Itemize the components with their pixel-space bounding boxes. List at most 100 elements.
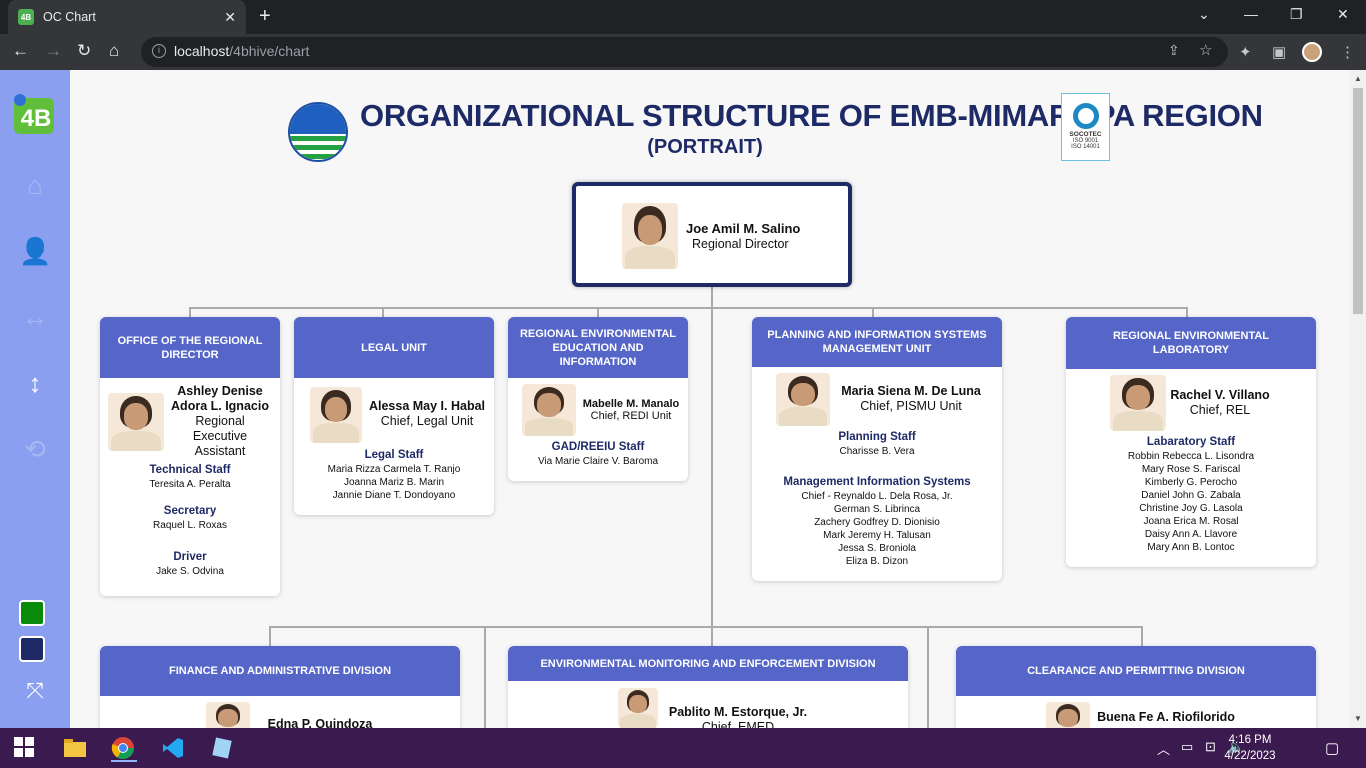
minimize-icon[interactable]: — bbox=[1244, 6, 1258, 22]
connector-line bbox=[1186, 307, 1188, 317]
redi-staff-1: Via Marie Claire V. Baroma bbox=[537, 456, 659, 467]
ord-driver-name: Jake S. Odvina bbox=[156, 566, 224, 577]
ord-driver-label: Driver bbox=[173, 551, 207, 563]
emed-head-name: Pablito M. Estorque, Jr. bbox=[668, 705, 808, 719]
app-logo[interactable]: 4B bbox=[12, 92, 58, 138]
scrollbar-thumb[interactable] bbox=[1353, 88, 1363, 314]
ord-card[interactable]: OFFICE OF THE REGIONAL DIRECTOR Ashley D… bbox=[100, 317, 280, 596]
scroll-down-arrow-icon[interactable]: ▼ bbox=[1354, 714, 1362, 723]
profile-avatar[interactable] bbox=[1302, 42, 1322, 62]
pismu-planning-label: Planning Staff bbox=[838, 431, 916, 443]
fad-card[interactable]: FINANCE AND ADMINISTRATIVE DIVISION Edna… bbox=[100, 646, 460, 728]
url-path: /4bhive/chart bbox=[229, 43, 310, 59]
pismu-mis-2: German S. Librinca bbox=[833, 504, 921, 515]
socotec-logo-icon bbox=[1072, 103, 1099, 129]
legal-head-position: Chief, Legal Unit bbox=[380, 414, 474, 428]
vscode-icon[interactable] bbox=[161, 736, 185, 760]
ord-technical-label: Technical Staff bbox=[149, 464, 231, 476]
portrait-orientation-icon[interactable]: ↕ bbox=[19, 368, 51, 400]
new-tab-button[interactable]: + bbox=[259, 5, 271, 28]
connector-line bbox=[484, 626, 486, 728]
pismu-mis-label: Management Information Systems bbox=[783, 476, 971, 488]
clock-date: 4/22/2023 bbox=[1224, 750, 1276, 762]
redi-card[interactable]: REGIONAL ENVIRONMENTAL EDUCATION AND INF… bbox=[508, 317, 688, 481]
share-icon[interactable]: ⇪ bbox=[1168, 42, 1180, 59]
logo-text: 4B bbox=[21, 105, 52, 132]
scroll-up-arrow-icon[interactable]: ▲ bbox=[1354, 74, 1362, 83]
tab-search-chevron-icon[interactable]: ⌄ bbox=[1198, 6, 1210, 23]
address-bar[interactable]: i localhost/4bhive/chart ⇪ ☆ bbox=[141, 37, 1228, 67]
browser-toolbar: ← → ↻ ⌂ i localhost/4bhive/chart ⇪ ☆ ✦ ▣… bbox=[0, 34, 1366, 70]
fad-photo bbox=[206, 702, 250, 728]
emed-card[interactable]: ENVIRONMENTAL MONITORING AND ENFORCEMENT… bbox=[508, 646, 908, 728]
legal-staff-label: Legal Staff bbox=[364, 449, 424, 461]
windows-start-icon[interactable] bbox=[13, 736, 37, 760]
forward-icon[interactable]: → bbox=[45, 41, 62, 61]
pismu-mis-5: Jessa S. Broniola bbox=[838, 543, 916, 554]
chart-canvas: ORGANIZATIONAL STRUCTURE OF EMB-MIMAROPA… bbox=[70, 70, 1350, 728]
chrome-icon[interactable] bbox=[111, 736, 137, 762]
back-icon[interactable]: ← bbox=[12, 41, 29, 61]
rel-card[interactable]: REGIONAL ENVIRONMENTAL LABORATORY Rachel… bbox=[1066, 317, 1316, 567]
browser-tab[interactable]: 4B OC Chart ✕ bbox=[8, 0, 246, 34]
clock-time: 4:16 PM bbox=[1228, 734, 1272, 746]
home-icon[interactable]: ⌂ bbox=[109, 41, 119, 61]
extensions-icon[interactable]: ✦ bbox=[1239, 43, 1252, 61]
notification-icon[interactable]: ▢ bbox=[1325, 739, 1339, 757]
network-icon[interactable]: ⊡ bbox=[1205, 739, 1216, 755]
cpd-head-name: Buena Fe A. Riofilorido bbox=[1097, 710, 1235, 724]
url-host: localhost bbox=[174, 43, 230, 59]
denr-logo bbox=[288, 102, 348, 162]
legal-unit-card[interactable]: LEGAL UNIT Alessa May I. Habal Chief, Le… bbox=[294, 317, 494, 515]
navy-theme-swatch[interactable] bbox=[19, 636, 45, 662]
ord-head-position: Regional Executive Assistant bbox=[192, 414, 248, 458]
connector-line bbox=[269, 626, 1142, 628]
restore-icon[interactable]: ❐ bbox=[1290, 6, 1303, 23]
reload-icon[interactable]: ↻ bbox=[77, 41, 91, 61]
legal-photo bbox=[310, 387, 362, 443]
badge-iso-14001: ISO 14001 bbox=[1071, 144, 1100, 150]
bookmark-star-icon[interactable]: ☆ bbox=[1199, 41, 1212, 59]
rel-staff-label: Labaratory Staff bbox=[1146, 436, 1236, 448]
taskbar-clock[interactable]: 4:16 PM 4/22/2023 bbox=[1220, 732, 1280, 764]
file-explorer-icon[interactable] bbox=[63, 736, 87, 760]
legal-staff-3: Jannie Diane T. Dondoyano bbox=[332, 490, 456, 501]
pismu-head-position: Chief, PISMU Unit bbox=[860, 399, 962, 413]
rel-staff-2: Mary Rose S. Fariscal bbox=[1141, 464, 1241, 475]
page-subtitle: (PORTRAIT) bbox=[647, 136, 763, 158]
tab-close-icon[interactable]: ✕ bbox=[224, 9, 236, 26]
browser-menu-icon[interactable]: ⋮ bbox=[1340, 43, 1355, 61]
add-user-icon[interactable]: 👤 bbox=[19, 236, 51, 268]
rel-staff-5: Christine Joy G. Lasola bbox=[1139, 503, 1243, 514]
connector-line bbox=[189, 307, 191, 317]
connector-line bbox=[269, 626, 271, 646]
green-theme-swatch[interactable] bbox=[19, 600, 45, 626]
ord-secretary-name: Raquel L. Roxas bbox=[153, 520, 227, 531]
close-window-icon[interactable]: ✕ bbox=[1337, 6, 1349, 23]
notepad-app-icon[interactable] bbox=[210, 736, 234, 760]
rel-staff-3: Kimberly G. Perocho bbox=[1144, 477, 1238, 488]
rel-staff-1: Robbin Rebecca L. Lisondra bbox=[1127, 451, 1255, 462]
emed-photo bbox=[618, 688, 658, 728]
history-icon[interactable]: ⟲ bbox=[19, 434, 51, 466]
tray-overflow-icon[interactable]: ︿ bbox=[1157, 739, 1170, 758]
vertical-scrollbar[interactable]: ▲ ▼ bbox=[1350, 70, 1366, 728]
regional-director-card[interactable]: Joe Amil M. Salino Regional Director bbox=[572, 182, 852, 287]
badge-label: SOCOTEC bbox=[1069, 131, 1102, 138]
cpd-card[interactable]: CLEARANCE AND PERMITTING DIVISION Buena … bbox=[956, 646, 1316, 728]
pismu-card[interactable]: PLANNING AND INFORMATION SYSTEMS MANAGEM… bbox=[752, 317, 1002, 581]
pismu-title: PLANNING AND INFORMATION SYSTEMS MANAGEM… bbox=[752, 317, 1002, 367]
pismu-mis-1: Chief - Reynaldo L. Dela Rosa, Jr. bbox=[801, 491, 953, 502]
rel-staff-6: Joana Erica M. Rosal bbox=[1143, 516, 1239, 527]
director-photo bbox=[622, 203, 678, 269]
home-nav-icon[interactable]: ⌂ bbox=[19, 170, 51, 202]
ord-technical-staff: Teresita A. Peralta bbox=[149, 479, 231, 490]
windows-taskbar: ︿ ▭ ⊡ 🔈 4:16 PM 4/22/2023 ▢ bbox=[0, 728, 1366, 768]
landscape-orientation-icon[interactable]: ↔ bbox=[19, 302, 51, 334]
side-panel-icon[interactable]: ▣ bbox=[1272, 43, 1286, 61]
site-info-icon[interactable]: i bbox=[152, 44, 166, 58]
connector-line bbox=[927, 626, 929, 728]
battery-icon[interactable]: ▭ bbox=[1181, 739, 1193, 755]
fullscreen-icon[interactable]: ⤧ bbox=[19, 678, 51, 710]
connector-line bbox=[189, 307, 1187, 309]
